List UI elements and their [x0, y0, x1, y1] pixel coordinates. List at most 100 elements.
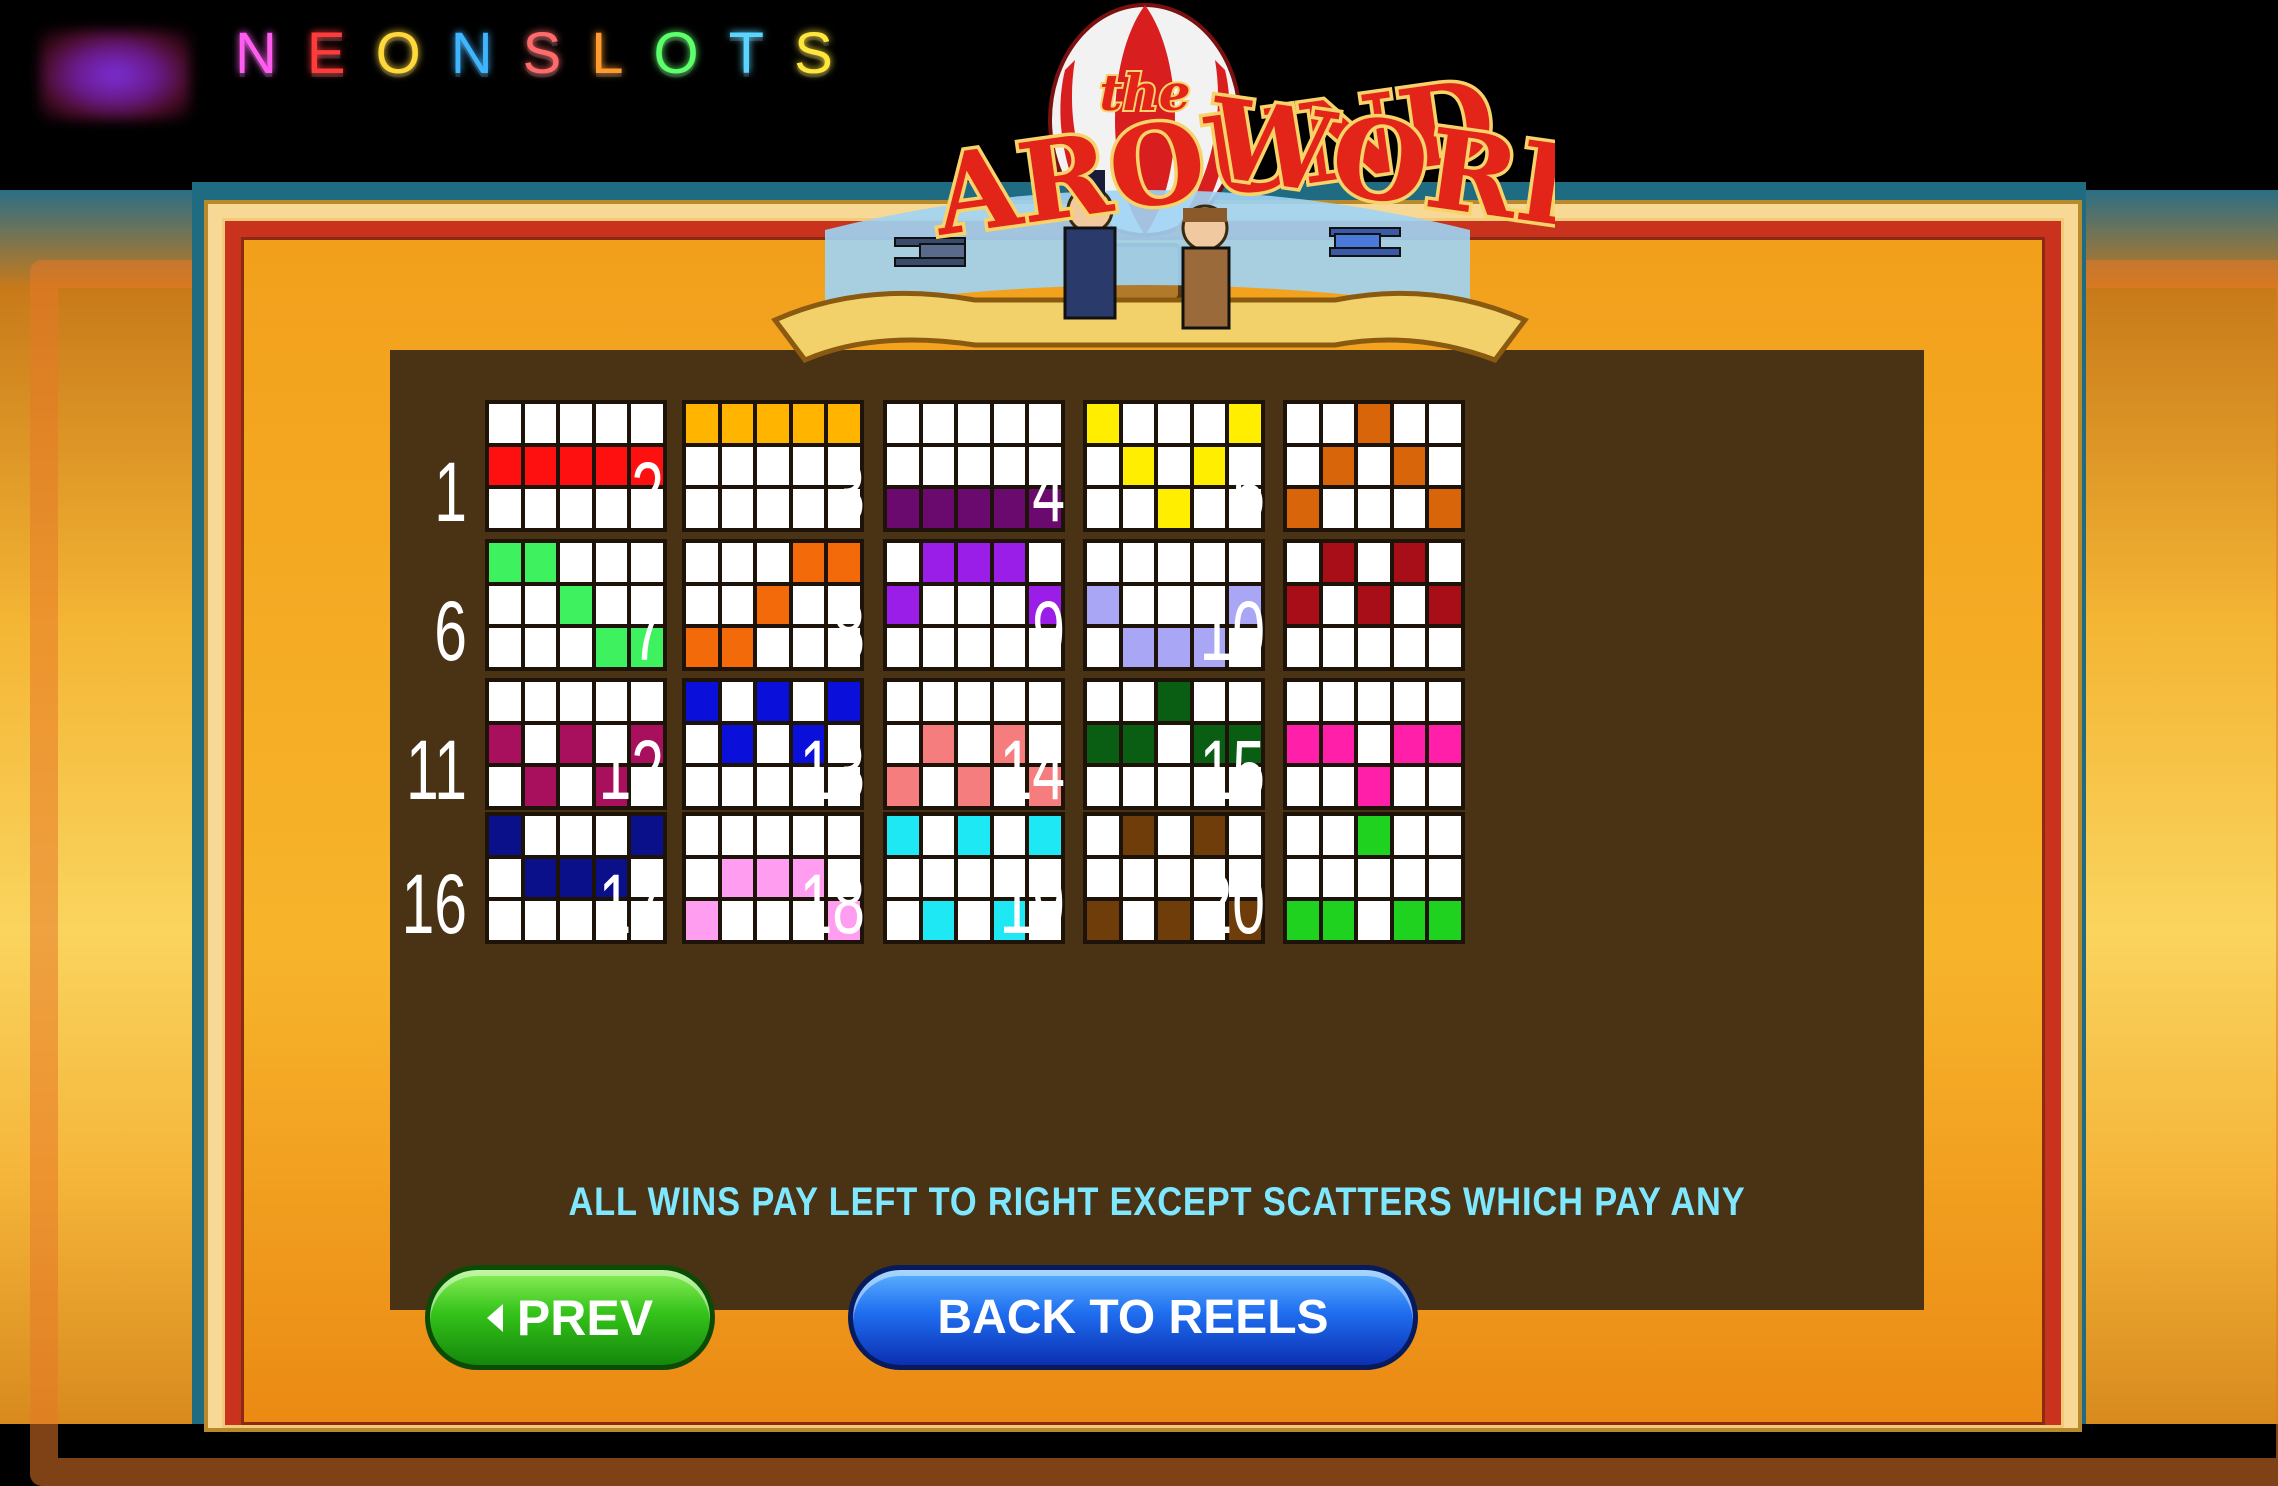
- payline-cell: [922, 767, 955, 806]
- brand-letter: S: [522, 21, 584, 86]
- payline-cell: [1158, 816, 1190, 855]
- payline-cell: [887, 543, 919, 582]
- payline-cell: [922, 628, 955, 667]
- payline-cell: [757, 724, 789, 764]
- payline-cell: [686, 543, 718, 582]
- payline-cell: [721, 628, 754, 667]
- around-the-world-logo: AROUND the WORLD: [771, 3, 1555, 364]
- brand-badge-icon: [40, 30, 190, 120]
- payline-diagram: [1283, 539, 1465, 671]
- payline-cell: [524, 724, 557, 764]
- payline-cell: [1429, 682, 1461, 721]
- payline-cell: [958, 404, 990, 443]
- payline-number: 14: [999, 723, 1065, 817]
- payline-number: 20: [1199, 857, 1265, 951]
- payline-cell: [1193, 682, 1226, 721]
- payline-cell: [721, 404, 754, 443]
- payline-cell: [887, 404, 919, 443]
- payline-cell: [1358, 767, 1390, 806]
- payline-number: 15: [1199, 723, 1265, 817]
- payline-cell: [489, 404, 521, 443]
- brand-letter: L: [591, 21, 646, 86]
- payline-cell: [922, 858, 955, 898]
- payline-cell: [1087, 724, 1119, 764]
- payline-cell: [1393, 489, 1426, 528]
- payline-cell: [922, 901, 955, 940]
- payline-cell: [1122, 682, 1155, 721]
- payline-cell: [1287, 724, 1319, 764]
- payline-cell: [489, 682, 521, 721]
- payline-cell: [1122, 446, 1155, 486]
- payline-cell: [922, 489, 955, 528]
- payline-cell: [1429, 858, 1461, 898]
- payline-cell: [1322, 489, 1355, 528]
- payline-cell: [1287, 816, 1319, 855]
- payline-cell: [686, 628, 718, 667]
- payline-cell: [922, 816, 955, 855]
- payline-cell: [489, 767, 521, 806]
- payline-cell: [887, 858, 919, 898]
- payline-cell: [721, 682, 754, 721]
- payline-cell: [958, 446, 990, 486]
- paylines-panel: 1 2 3 4 5 6 7 8 9 10 11 12 13 14 15 16 17 18 19 20: [390, 350, 1924, 1310]
- payline-cell: [1029, 543, 1061, 582]
- payline-cell: [1429, 543, 1461, 582]
- payline-cell: [524, 682, 557, 721]
- payline-cell: [524, 489, 557, 528]
- payline-number: 12: [598, 723, 664, 817]
- payline-cell: [922, 446, 955, 486]
- payline-cell: [1358, 858, 1390, 898]
- payline-cell: [686, 724, 718, 764]
- payline-cell: [1393, 816, 1426, 855]
- payline-cell: [1393, 543, 1426, 582]
- payline-cell: [686, 858, 718, 898]
- payline-cell: [524, 767, 557, 806]
- payline-cell: [887, 628, 919, 667]
- payline-cell: [1087, 682, 1119, 721]
- payline-cell: [1087, 901, 1119, 940]
- payline-cell: [1358, 724, 1390, 764]
- payline-cell: [1358, 489, 1390, 528]
- payline-cell: [595, 816, 628, 855]
- payline-cell: [524, 446, 557, 486]
- payline-cell: [1358, 682, 1390, 721]
- payline-number: 6: [434, 584, 467, 678]
- payline-cell: [560, 816, 592, 855]
- payline-cell: [686, 816, 718, 855]
- payline-cell: [1087, 767, 1119, 806]
- payline-cell: [1358, 404, 1390, 443]
- payline-cell: [1322, 816, 1355, 855]
- payline-number: 2: [631, 445, 664, 539]
- back-to-reels-label: BACK TO REELS: [937, 1291, 1329, 1344]
- payline-cell: [1358, 585, 1390, 625]
- payline-cell: [922, 543, 955, 582]
- payline-number: 19: [999, 857, 1065, 951]
- payline-cell: [1393, 682, 1426, 721]
- payline-cell: [792, 404, 825, 443]
- back-to-reels-button[interactable]: BACK TO REELS: [848, 1265, 1418, 1370]
- paytable-footer-note: ALL WINS PAY LEFT TO RIGHT EXCEPT SCATTE…: [568, 1180, 1746, 1224]
- payline-cell: [524, 858, 557, 898]
- payline-cell: [1429, 404, 1461, 443]
- payline-cell: [1322, 858, 1355, 898]
- payline-cell: [1322, 767, 1355, 806]
- payline-cell: [489, 858, 521, 898]
- payline-cell: [1158, 767, 1190, 806]
- payline-cell: [958, 543, 990, 582]
- payline-cell: [1287, 901, 1319, 940]
- payline-cell: [1358, 816, 1390, 855]
- payline-cell: [1322, 585, 1355, 625]
- payline-cell: [757, 489, 789, 528]
- payline-cell: [1358, 628, 1390, 667]
- payline-cell: [524, 901, 557, 940]
- payline-cell: [1393, 585, 1426, 625]
- payline-cell: [686, 404, 718, 443]
- payline-number: 17: [598, 857, 664, 951]
- payline-cell: [887, 901, 919, 940]
- payline-cell: [721, 901, 754, 940]
- triangle-left-icon: [486, 1303, 503, 1332]
- payline-cell: [524, 404, 557, 443]
- payline-cell: [887, 767, 919, 806]
- prev-button[interactable]: PREV: [425, 1265, 715, 1370]
- payline-cell: [958, 724, 990, 764]
